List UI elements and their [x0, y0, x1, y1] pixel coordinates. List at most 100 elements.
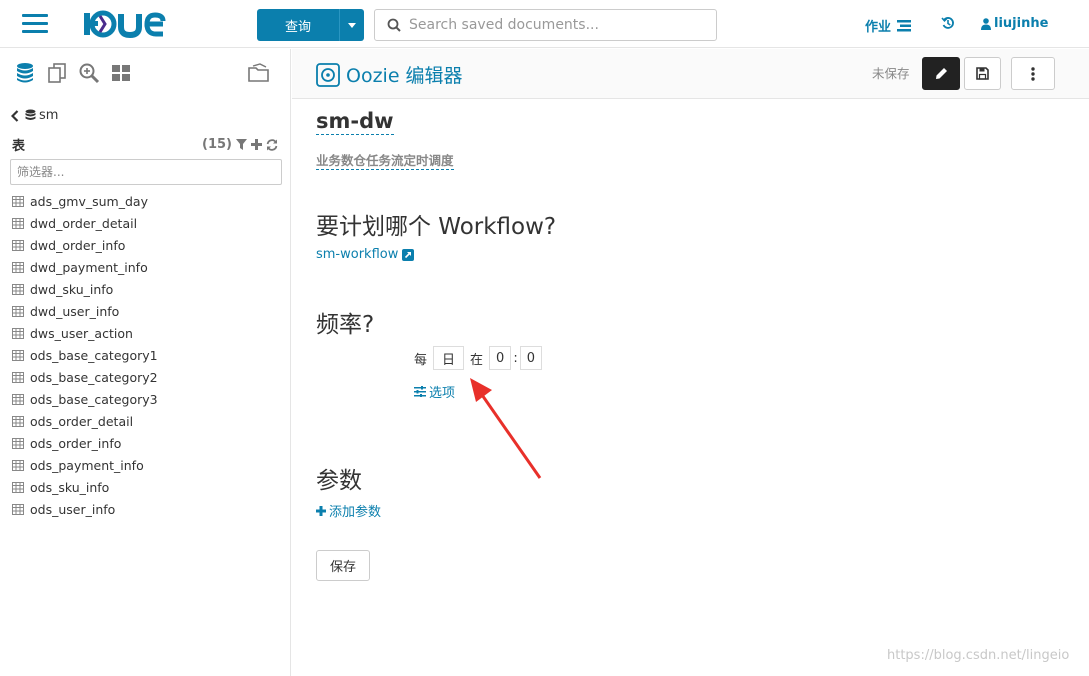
table-item[interactable]: ads_gmv_sum_day	[12, 190, 158, 212]
tables-title: 表	[12, 139, 26, 154]
add-parameter-label: 添加参数	[329, 505, 382, 520]
unsaved-status: 未保存	[872, 66, 910, 81]
sliders-icon	[414, 386, 426, 397]
database-breadcrumb[interactable]: sm	[11, 108, 58, 123]
oozie-icon	[316, 62, 340, 87]
table-icon	[12, 305, 24, 317]
pencil-icon	[935, 68, 947, 79]
table-item[interactable]: ods_order_info	[12, 432, 158, 454]
hamburger-menu-icon[interactable]	[22, 14, 48, 34]
save-button[interactable]: 保存	[316, 550, 370, 581]
search-input[interactable]	[409, 17, 709, 33]
coordinator-description[interactable]: 业务数仓任务流定时调度	[316, 150, 454, 170]
table-name: ods_order_detail	[30, 413, 134, 429]
chevron-left-icon[interactable]	[11, 109, 19, 122]
folder-icon[interactable]	[247, 62, 271, 84]
assist-panel-tabs	[14, 62, 132, 84]
table-icon	[12, 217, 24, 229]
history-icon	[941, 17, 954, 29]
editor-title-text: Oozie 编辑器	[346, 65, 463, 87]
refresh-icon[interactable]	[266, 138, 278, 151]
edit-button[interactable]	[922, 57, 960, 90]
table-item[interactable]: dwd_order_info	[12, 234, 158, 256]
user-menu[interactable]: liujinhe	[981, 16, 1048, 31]
table-name: dws_user_action	[30, 325, 133, 341]
tables-header: 表 (15)	[12, 135, 278, 154]
frequency-unit-select[interactable]: 日	[433, 346, 465, 370]
time-colon: :	[513, 350, 518, 366]
table-icon	[12, 283, 24, 295]
query-dropdown-toggle[interactable]	[339, 9, 364, 41]
plus-icon[interactable]	[251, 139, 262, 150]
minute-select[interactable]: 0	[519, 346, 542, 370]
table-item[interactable]: ods_user_info	[12, 498, 158, 520]
table-icon	[12, 349, 24, 361]
frequency-row: 每 日 在 0 : 0	[414, 346, 546, 370]
history-link[interactable]	[941, 16, 955, 30]
top-navbar: 查询 作业 liujinhe	[0, 0, 1089, 48]
table-item[interactable]: ods_base_category2	[12, 366, 158, 388]
grid-apps-icon[interactable]	[110, 62, 132, 84]
table-item[interactable]: dwd_sku_info	[12, 278, 158, 300]
database-name: sm	[39, 108, 59, 123]
plus-icon	[316, 505, 326, 516]
table-name: ads_gmv_sum_day	[30, 193, 148, 209]
table-name: dwd_order_detail	[30, 215, 138, 231]
table-item[interactable]: dws_user_action	[12, 322, 158, 344]
username: liujinhe	[994, 16, 1049, 31]
table-name: ods_user_info	[30, 501, 116, 517]
hour-select[interactable]: 0	[489, 346, 512, 370]
caret-down-icon	[348, 22, 356, 28]
workflow-link-text: sm-workflow	[316, 247, 399, 262]
table-item[interactable]: dwd_order_detail	[12, 212, 158, 234]
tables-count: (15)	[202, 137, 232, 152]
table-item[interactable]: ods_sku_info	[12, 476, 158, 498]
documents-icon[interactable]	[46, 62, 68, 84]
workflow-link[interactable]: sm-workflow	[316, 247, 415, 262]
jobs-link[interactable]: 作业	[865, 16, 912, 35]
hue-logo[interactable]	[83, 10, 181, 38]
external-link-icon	[402, 248, 415, 261]
jobs-label: 作业	[865, 20, 892, 35]
table-icon	[12, 371, 24, 383]
table-name: ods_base_category1	[30, 347, 158, 363]
search-assist-icon[interactable]	[78, 62, 100, 84]
filter-icon[interactable]	[236, 139, 247, 150]
table-icon	[12, 195, 24, 207]
annotation-arrow	[470, 378, 542, 479]
table-item[interactable]: ods_order_detail	[12, 410, 158, 432]
table-item[interactable]: dwd_user_info	[12, 300, 158, 322]
table-item[interactable]: dwd_payment_info	[12, 256, 158, 278]
database-small-icon	[25, 109, 36, 120]
table-name: ods_sku_info	[30, 479, 110, 495]
search-icon	[387, 18, 401, 32]
table-item[interactable]: ods_base_category3	[12, 388, 158, 410]
table-icon	[12, 503, 24, 515]
table-list: ads_gmv_sum_day dwd_order_detail dwd_order…	[12, 190, 158, 520]
options-label: 选项	[429, 386, 456, 401]
table-filter-input[interactable]	[10, 159, 282, 185]
options-link[interactable]: 选项	[414, 382, 455, 401]
frequency-heading: 频率?	[316, 312, 375, 338]
table-name: ods_payment_info	[30, 457, 144, 473]
table-icon	[12, 327, 24, 339]
floppy-disk-icon	[976, 67, 989, 80]
table-name: dwd_user_info	[30, 303, 120, 319]
table-item[interactable]: ods_payment_info	[12, 454, 158, 476]
left-sidebar: sm 表 (15) ads_gmv_sum_day dwd_order_detai…	[0, 49, 291, 676]
more-options-button[interactable]	[1011, 57, 1055, 90]
parameters-heading: 参数	[316, 468, 362, 494]
table-name: dwd_order_info	[30, 237, 126, 253]
coordinator-name[interactable]: sm-dw	[316, 109, 394, 135]
database-icon[interactable]	[14, 62, 36, 84]
table-name: dwd_payment_info	[30, 259, 148, 275]
table-item[interactable]: ods_base_category1	[12, 344, 158, 366]
add-parameter-link[interactable]: 添加参数	[316, 501, 381, 520]
editor-title: Oozie 编辑器	[316, 61, 463, 88]
tasks-icon	[897, 19, 912, 31]
table-icon	[12, 415, 24, 427]
table-name: ods_base_category2	[30, 369, 158, 385]
query-button[interactable]: 查询	[257, 9, 364, 41]
search-box[interactable]	[374, 9, 717, 41]
save-icon-button[interactable]	[964, 57, 1001, 90]
